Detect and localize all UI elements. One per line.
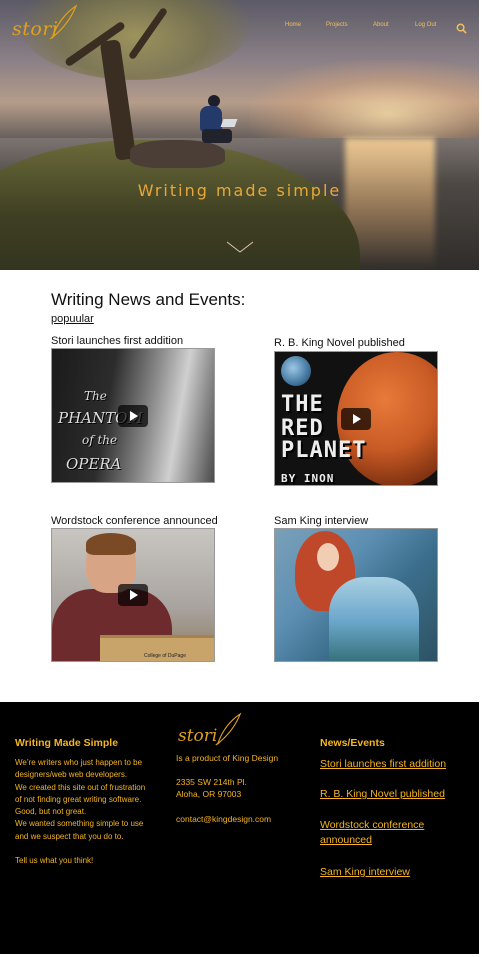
footer-product-text: Is a product of King Design [176,753,279,763]
news-card-video-red-planet[interactable]: THE RED PLANET BY INON [274,351,438,486]
footer-news-link[interactable]: Sam King interview [320,865,470,880]
nav-log-out[interactable]: Log Out [415,22,436,28]
footer-address-line: 2335 SW 214th Pl. [176,777,247,787]
footer-address-line: Aloha, OR 97003 [176,789,242,799]
news-card-title[interactable]: R. B. King Novel published [274,337,405,349]
hero-person-with-laptop [198,95,238,150]
footer-news-title: News/Events [320,737,385,749]
footer-about-title: Writing Made Simple [15,737,119,749]
earth-image [281,356,311,386]
play-icon[interactable] [341,407,371,430]
news-card-title[interactable]: Wordstock conference announced [51,515,218,527]
news-card-title[interactable]: Stori launches first addition [51,335,183,347]
nav-about[interactable]: About [373,22,389,28]
image-text: of the [82,433,118,447]
footer-news-link[interactable]: Wordstock conference announced [320,818,470,848]
nav-home[interactable]: Home [285,22,301,28]
hero-sky [250,60,479,150]
image-text: PLANET [281,438,367,463]
nav-projects[interactable]: Projects [326,22,348,28]
chevron-down-icon[interactable] [226,240,254,254]
interview-image [329,577,419,661]
footer-news-link[interactable]: Stori launches first addition [320,757,470,772]
popular-filter-link[interactable]: popuular [51,313,94,325]
hero-banner: stori Home Projects About Log Out Writin… [0,0,479,270]
news-section-title: Writing News and Events: [51,290,246,309]
footer-about-line: We created this site out of frustration … [15,782,146,817]
footer-about-line: We wanted something simple to use and we… [15,819,144,841]
image-text: College of DuPage [144,653,186,659]
quill-icon [49,4,78,40]
news-card-image-interview[interactable] [274,528,438,662]
footer-news-link[interactable]: R. B. King Novel published [320,787,470,802]
speaker-image [86,533,136,555]
hero-title: Writing made simple [137,181,342,200]
quill-icon [215,712,242,746]
site-logo[interactable]: stori [12,4,80,44]
play-icon[interactable] [118,404,148,427]
image-text: The [84,389,107,403]
footer-about-text: We’re writers who just happen to be desi… [15,757,147,867]
play-icon[interactable] [118,584,148,606]
image-text: THE [281,392,324,417]
footer-logo[interactable]: stori [176,712,246,750]
image-text: OPERA [66,455,122,473]
footer-about-line: We’re writers who just happen to be desi… [15,758,143,780]
news-card-video-phantom[interactable]: The PHANTOM of the OPERA [51,348,215,483]
footer-email-link[interactable]: contact@kingdesign.com [176,814,271,824]
footer-feedback-line: Tell us what you think! [15,856,94,866]
site-footer: Writing Made Simple We’re writers who ju… [0,702,479,954]
interview-image [317,543,339,571]
news-card-video-wordstock[interactable]: College of DuPage [51,528,215,662]
image-text: BY INON [281,472,335,485]
search-icon[interactable] [456,23,467,34]
news-card-title[interactable]: Sam King interview [274,515,368,527]
